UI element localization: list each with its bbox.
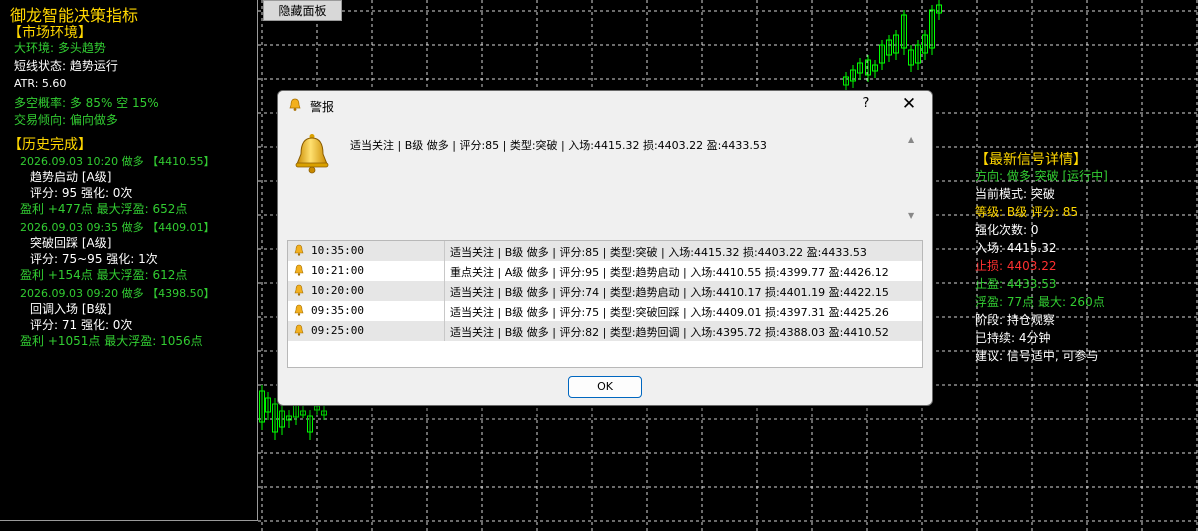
history-item-score: 评分: 95 强化: 0次 (30, 186, 133, 200)
alert-text: 适当关注 | B级 做多 | 评分:74 | 类型:趋势启动 | 入场:4410… (450, 286, 889, 299)
alert-time: 10:21:00 (311, 264, 364, 277)
bias-text: 交易倾向: 偏向做多 (14, 113, 118, 127)
ok-button[interactable]: OK (568, 376, 642, 398)
list-item[interactable]: 09:35:00 适当关注 | B级 做多 | 评分:75 | 类型:突破回踩 … (288, 301, 922, 321)
list-item[interactable]: 10:35:00 适当关注 | B级 做多 | 评分:85 | 类型:突破 | … (288, 241, 922, 261)
history-item-profit: 盈利 +477点 最大浮盈: 652点 (20, 202, 188, 216)
scroll-up-icon[interactable]: ▲ (908, 135, 914, 144)
alert-time: 09:35:00 (311, 304, 364, 317)
message-scrollbar[interactable]: ▲ ▼ (908, 135, 918, 223)
signal-target: 止盈: 4433.53 (975, 277, 1057, 291)
history-item-head: 2026.09.03 09:20 做多 【4398.50】 (20, 287, 215, 300)
alert-text: 适当关注 | B级 做多 | 评分:75 | 类型:突破回踩 | 入场:4409… (450, 306, 889, 319)
bell-icon (294, 284, 304, 296)
signal-stage: 阶段: 持仓观察 (975, 313, 1055, 327)
column-divider (444, 301, 445, 321)
signal-grade: 等级: B级 评分: 85 (975, 205, 1079, 219)
history-header: 【历史完成】 (8, 137, 92, 153)
alert-dialog: 警报 ? ✕ 适当关注 | B级 做多 | 评分:85 | 类型:突破 | 入场… (277, 90, 933, 406)
column-divider (444, 261, 445, 281)
list-item[interactable]: 09:25:00 适当关注 | B级 做多 | 评分:82 | 类型:趋势回调 … (288, 321, 922, 341)
dialog-title: 警报 (310, 100, 335, 114)
alert-text: 重点关注 | A级 做多 | 评分:95 | 类型:趋势启动 | 入场:4410… (450, 266, 889, 279)
signal-mode: 当前模式: 突破 (975, 187, 1055, 201)
alert-message: 适当关注 | B级 做多 | 评分:85 | 类型:突破 | 入场:4415.3… (350, 139, 767, 152)
history-item-head: 2026.09.03 09:35 做多 【4409.01】 (20, 221, 215, 234)
hide-panel-button[interactable]: 隐藏面板 (263, 0, 342, 21)
history-item-type: 回调入场 [B级] (30, 302, 112, 316)
alert-text: 适当关注 | B级 做多 | 评分:85 | 类型:突破 | 入场:4415.3… (450, 246, 867, 259)
prob-text: 多空概率: 多 85% 空 15% (14, 96, 159, 110)
signal-float: 浮盈: 77点 最大: 260点 (975, 295, 1105, 309)
short-state-text: 短线状态: 趋势运行 (14, 59, 118, 73)
history-item-type: 突破回踩 [A级] (30, 236, 112, 250)
alert-time: 10:20:00 (311, 284, 364, 297)
bell-icon (294, 244, 304, 256)
signal-advice: 建议: 信号适中, 可参与 (975, 349, 1099, 363)
left-info-panel: 御龙智能决策指标 【市场环境】 大环境: 多头趋势 短线状态: 趋势运行 ATR… (0, 0, 258, 521)
signal-boost: 强化次数: 0 (975, 223, 1039, 237)
history-item-score: 评分: 75~95 强化: 1次 (30, 252, 158, 266)
column-divider (444, 281, 445, 301)
history-item-type: 趋势启动 [A级] (30, 170, 112, 184)
signal-entry: 入场: 4415.32 (975, 241, 1057, 255)
list-item[interactable]: 10:20:00 适当关注 | B级 做多 | 评分:74 | 类型:趋势启动 … (288, 281, 922, 301)
list-item[interactable]: 10:21:00 重点关注 | A级 做多 | 评分:95 | 类型:趋势启动 … (288, 261, 922, 281)
signal-duration: 已持续: 4分钟 (975, 331, 1051, 345)
big-env-text: 大环境: 多头趋势 (14, 41, 106, 55)
dialog-message-area: 适当关注 | B级 做多 | 评分:85 | 类型:突破 | 入场:4415.3… (278, 121, 932, 229)
bell-icon (294, 324, 304, 336)
signal-stop: 止损: 4403.22 (975, 259, 1057, 273)
help-button[interactable]: ? (856, 96, 876, 111)
history-item-profit: 盈利 +154点 最大浮盈: 612点 (20, 268, 188, 282)
alert-text: 适当关注 | B级 做多 | 评分:82 | 类型:趋势回调 | 入场:4395… (450, 326, 889, 339)
bell-icon (295, 134, 329, 174)
history-item-head: 2026.09.03 10:20 做多 【4410.55】 (20, 155, 215, 168)
bell-icon (289, 98, 301, 111)
bell-icon (294, 264, 304, 276)
history-item-profit: 盈利 +1051点 最大浮盈: 1056点 (20, 334, 203, 348)
alert-time: 09:25:00 (311, 324, 364, 337)
dialog-titlebar[interactable]: 警报 ? ✕ (278, 91, 932, 121)
bell-icon (294, 304, 304, 316)
scroll-down-icon[interactable]: ▼ (908, 211, 914, 220)
atr-text: ATR: 5.60 (14, 77, 67, 90)
close-button[interactable]: ✕ (898, 94, 920, 114)
history-item-score: 评分: 71 强化: 0次 (30, 318, 133, 332)
column-divider (444, 321, 445, 341)
signal-header: 【最新信号详情】 (975, 152, 1087, 168)
column-divider (444, 241, 445, 261)
signal-direction: 方向: 做多 突破 [运行中] (975, 169, 1108, 183)
alert-history-list: 10:35:00 适当关注 | B级 做多 | 评分:85 | 类型:突破 | … (287, 240, 923, 368)
alert-time: 10:35:00 (311, 244, 364, 257)
